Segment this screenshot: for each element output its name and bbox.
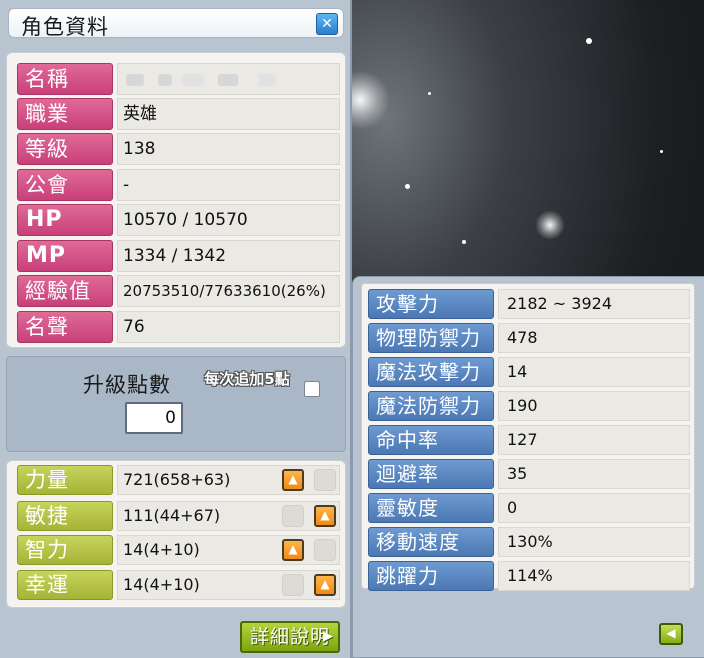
auto-add-label: 每次追加5點: [204, 370, 290, 388]
detail-label: 移動速度: [368, 527, 494, 557]
increase-luk-button[interactable]: ▲: [314, 574, 336, 596]
info-value: 1334 / 1342: [117, 240, 340, 272]
nebula-glow: [535, 210, 565, 240]
redacted-name-block: [126, 74, 144, 86]
info-row-mp: MP 1334 / 1342: [17, 240, 340, 272]
detail-row-attack: 攻擊力 2182 ~ 3924: [368, 289, 690, 319]
stat-button-disabled: [282, 574, 304, 596]
detail-label: 跳躍力: [368, 561, 494, 591]
detail-value: 130%: [498, 527, 690, 557]
info-row-fame: 名聲 76: [17, 311, 340, 343]
auto-add-checkbox[interactable]: [304, 381, 320, 397]
increase-int-button[interactable]: ▲: [282, 539, 304, 561]
detail-label: 命中率: [368, 425, 494, 455]
detail-value: 2182 ~ 3924: [498, 289, 690, 319]
stat-row-int: 智力 14(4+10) ▲: [17, 535, 340, 565]
detail-label: 靈敏度: [368, 493, 494, 523]
info-label: 經驗值: [17, 275, 113, 307]
detail-value: 190: [498, 391, 690, 421]
detail-row-speed: 移動速度 130%: [368, 527, 690, 557]
stat-button-disabled: [282, 505, 304, 527]
title-bar[interactable]: 角色資料 ✕: [8, 8, 344, 39]
stat-value: 14(4+10): [117, 570, 340, 600]
chevron-right-icon: ▶: [323, 629, 334, 644]
info-value: -: [117, 169, 340, 201]
ability-points-area: 升級點數 0 每次追加5點: [6, 356, 346, 452]
info-row-guild: 公會 -: [17, 169, 340, 201]
info-label: HP: [17, 204, 113, 236]
detail-row-avoidability: 迴避率 35: [368, 459, 690, 489]
info-value: 英雄: [117, 98, 340, 130]
detail-label: 攻擊力: [368, 289, 494, 319]
info-label: 名聲: [17, 311, 113, 343]
info-label: MP: [17, 240, 113, 272]
detail-value: 35: [498, 459, 690, 489]
stat-label: 智力: [17, 535, 113, 565]
star: [586, 38, 592, 44]
detailed-stats-panel: 攻擊力 2182 ~ 3924 物理防禦力 478 魔法攻擊力 14 魔法防禦力…: [361, 283, 695, 591]
detail-row-hands: 靈敏度 0: [368, 493, 690, 523]
detail-label: 物理防禦力: [368, 323, 494, 353]
ability-points-field: 0: [125, 402, 183, 434]
info-row-hp: HP 10570 / 10570: [17, 204, 340, 236]
detail-row-accuracy: 命中率 127: [368, 425, 690, 455]
detail-label: 魔法防禦力: [368, 391, 494, 421]
stat-button-disabled: [314, 539, 336, 561]
stat-label: 敏捷: [17, 501, 113, 531]
arrow-left-icon[interactable]: ◀: [659, 623, 683, 645]
close-icon[interactable]: ✕: [316, 13, 338, 35]
detail-row-magic-atk: 魔法攻擊力 14: [368, 357, 690, 387]
stat-button-disabled: [314, 469, 336, 491]
info-label: 等級: [17, 133, 113, 165]
character-name-value: [117, 63, 340, 95]
redacted-name-block: [158, 74, 172, 86]
basic-info-panel: 名稱 職業 英雄 等級 138 公會 - HP 10570 / 10570 MP…: [6, 52, 346, 348]
star: [462, 240, 466, 244]
info-row-name: 名稱: [17, 63, 340, 95]
detail-value: 478: [498, 323, 690, 353]
window-title: 角色資料: [21, 15, 109, 39]
detail-row-magic-def: 魔法防禦力 190: [368, 391, 690, 421]
redacted-name-block: [218, 74, 238, 86]
info-value: 138: [117, 133, 340, 165]
detail-value: 14: [498, 357, 690, 387]
star: [428, 92, 431, 95]
redacted-name-block: [258, 74, 276, 86]
stat-row-dex: 敏捷 111(44+67) ▲: [17, 501, 340, 531]
info-label: 公會: [17, 169, 113, 201]
ability-points-label: 升級點數: [83, 373, 171, 397]
info-value: 76: [117, 311, 340, 343]
info-label: 職業: [17, 98, 113, 130]
detail-value: 127: [498, 425, 690, 455]
increase-dex-button[interactable]: ▲: [314, 505, 336, 527]
redacted-name-block: [182, 74, 204, 86]
detail-label: 魔法攻擊力: [368, 357, 494, 387]
detail-value: 114%: [498, 561, 690, 591]
stats-panel: 力量 721(658+63) ▲ 敏捷 111(44+67) ▲ 智力 14(4…: [6, 460, 346, 608]
stat-row-luk: 幸運 14(4+10) ▲: [17, 570, 340, 600]
stat-label: 力量: [17, 465, 113, 495]
character-info-window: 角色資料 ✕ 名稱 職業 英雄 等級 138 公會 - HP 10570 / 1…: [0, 0, 352, 658]
info-row-exp: 經驗值 20753510/77633610(26%): [17, 275, 340, 307]
detail-value: 0: [498, 493, 690, 523]
detail-button-label: 詳細說明: [250, 626, 331, 648]
stat-value: 721(658+63): [117, 465, 340, 495]
info-row-level: 等級 138: [17, 133, 340, 165]
info-row-job: 職業 英雄: [17, 98, 340, 130]
stat-value: 111(44+67): [117, 501, 340, 531]
stat-row-str: 力量 721(658+63) ▲: [17, 465, 340, 495]
detailed-stats-window: 攻擊力 2182 ~ 3924 物理防禦力 478 魔法攻擊力 14 魔法防禦力…: [352, 276, 704, 658]
info-value: 20753510/77633610(26%): [117, 275, 340, 307]
star: [405, 184, 410, 189]
star: [660, 150, 663, 153]
info-value: 10570 / 10570: [117, 204, 340, 236]
stat-value: 14(4+10): [117, 535, 340, 565]
detail-info-button[interactable]: 詳細說明 ▶: [240, 621, 340, 653]
detail-row-weapon-def: 物理防禦力 478: [368, 323, 690, 353]
detail-label: 迴避率: [368, 459, 494, 489]
info-label: 名稱: [17, 63, 113, 95]
detail-row-jump: 跳躍力 114%: [368, 561, 690, 591]
increase-str-button[interactable]: ▲: [282, 469, 304, 491]
stat-label: 幸運: [17, 570, 113, 600]
